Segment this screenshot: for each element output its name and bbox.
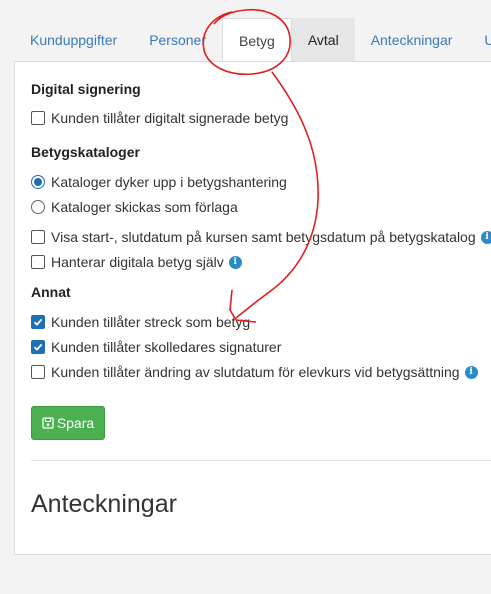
option-label: Kunden tillåter ändring av slutdatum för… (51, 364, 460, 380)
section-title-digital-signering: Digital signering (31, 81, 141, 97)
info-icon[interactable]: i (464, 365, 478, 379)
checkbox[interactable] (31, 111, 45, 125)
checkbox[interactable] (31, 365, 45, 379)
check-icon (33, 318, 43, 326)
divider (31, 460, 491, 461)
tab-bar: Kunduppgifter Personer Betyg Avtal Antec… (14, 18, 491, 63)
option-show-dates[interactable]: Visa start-, slutdatum på kursen samt be… (31, 229, 491, 245)
save-button[interactable]: Spara (31, 406, 105, 440)
checkbox[interactable] (31, 230, 45, 244)
tab-kunduppgifter[interactable]: Kunduppgifter (14, 18, 134, 62)
radio-catalogs-in-grading[interactable]: Kataloger dyker upp i betygshantering (31, 174, 287, 190)
radio-button[interactable] (31, 200, 45, 214)
section-title-annat: Annat (31, 284, 71, 300)
info-icon[interactable]: i (228, 255, 242, 269)
section-title-betygskataloger: Betygskataloger (31, 144, 140, 160)
option-digital-grades-self[interactable]: Hanterar digitala betyg själv i (31, 254, 242, 270)
option-dash-grades[interactable]: Kunden tillåter streck som betyg (31, 314, 250, 330)
tab-avtal[interactable]: Avtal (291, 18, 355, 62)
checkbox[interactable] (31, 315, 45, 329)
option-principal-signatures[interactable]: Kunden tillåter skolledares signaturer (31, 339, 281, 355)
checkbox[interactable] (31, 255, 45, 269)
radio-label: Kataloger skickas som förlaga (51, 199, 238, 215)
notes-heading: Anteckningar (31, 490, 177, 518)
option-change-end-date[interactable]: Kunden tillåter ändring av slutdatum för… (31, 364, 478, 380)
info-icon[interactable]: i (480, 230, 491, 244)
radio-button[interactable] (31, 175, 45, 189)
option-digital-signed[interactable]: Kunden tillåter digitalt signerade betyg (31, 110, 288, 126)
option-label: Kunden tillåter skolledares signaturer (51, 339, 282, 355)
option-label: Hanterar digitala betyg själv (51, 254, 224, 270)
floppy-disk-icon (42, 417, 54, 429)
settings-panel: Digital signering Kunden tillåter digita… (14, 61, 491, 555)
radio-label: Kataloger dyker upp i betygshantering (51, 174, 287, 190)
option-label: Kunden tillåter streck som betyg (51, 314, 251, 330)
tab-ut[interactable]: Ut (468, 18, 491, 62)
tab-anteckningar[interactable]: Anteckningar (354, 18, 469, 62)
option-label: Kunden tillåter digitalt signerade betyg (51, 110, 289, 126)
option-label: Visa start-, slutdatum på kursen samt be… (51, 229, 476, 245)
radio-catalogs-as-template[interactable]: Kataloger skickas som förlaga (31, 199, 238, 215)
check-icon (33, 343, 43, 351)
tab-betyg[interactable]: Betyg (222, 18, 292, 63)
tab-personer[interactable]: Personer (133, 18, 222, 62)
checkbox[interactable] (31, 340, 45, 354)
save-button-label: Spara (56, 415, 95, 431)
